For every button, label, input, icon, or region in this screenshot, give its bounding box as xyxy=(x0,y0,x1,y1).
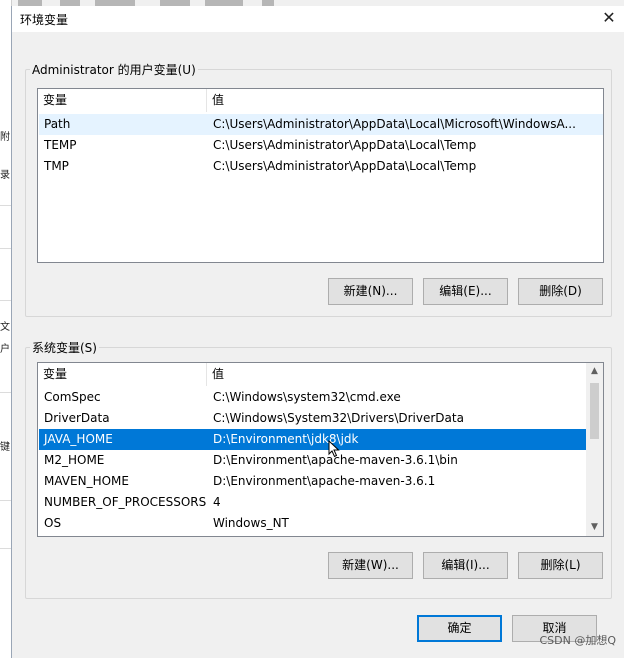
table-row[interactable]: M2_HOME D:\Environment\apache-maven-3.6.… xyxy=(39,450,587,471)
title-bar: 环境变量 ✕ xyxy=(12,6,624,32)
variable-value: D:\Environment\apache-maven-3.6.1 xyxy=(213,474,436,488)
background-text: 文 xyxy=(0,322,10,333)
table-row[interactable]: OS Windows_NT xyxy=(39,513,587,534)
variable-name: TMP xyxy=(44,159,69,173)
table-row[interactable]: NUMBER_OF_PROCESSORS 4 xyxy=(39,492,587,513)
user-variables-label: Administrator 的用户变量(U) xyxy=(30,61,198,78)
system-variables-label: 系统变量(S) xyxy=(30,339,99,356)
chevron-down-icon[interactable]: ▼ xyxy=(586,519,603,536)
variable-value: C:\Users\Administrator\AppData\Local\Tem… xyxy=(213,159,477,173)
watermark: CSDN @加想Q xyxy=(539,634,616,647)
user-new-button[interactable]: 新建(N)... xyxy=(328,278,413,305)
table-row[interactable]: MAVEN_HOME D:\Environment\apache-maven-3… xyxy=(39,471,587,492)
column-header-value[interactable]: 值 xyxy=(207,363,587,386)
table-row[interactable]: Path C:\Users\Administrator\AppData\Loca… xyxy=(39,114,603,135)
variable-name: NUMBER_OF_PROCESSORS xyxy=(44,495,207,509)
variable-name: MAVEN_HOME xyxy=(44,474,129,488)
system-edit-button[interactable]: 编辑(I)... xyxy=(423,552,508,579)
table-row[interactable]: DriverData C:\Windows\System32\Drivers\D… xyxy=(39,408,587,429)
environment-variables-dialog: 环境变量 ✕ Administrator 的用户变量(U) 变量 值 Path … xyxy=(11,6,624,658)
table-row[interactable]: TMP C:\Users\Administrator\AppData\Local… xyxy=(39,156,603,177)
window-title: 环境变量 xyxy=(20,13,69,27)
system-variables-list[interactable]: 变量 值 ComSpec C:\Windows\system32\cmd.exe… xyxy=(37,362,604,537)
background-text: 键 xyxy=(0,442,10,453)
background-text: 附 xyxy=(0,132,10,143)
scrollbar-thumb[interactable] xyxy=(590,383,599,439)
user-variables-list[interactable]: 变量 值 Path C:\Users\Administrator\AppData… xyxy=(37,88,604,263)
variable-name: Path xyxy=(44,117,71,131)
variable-value: C:\Windows\system32\cmd.exe xyxy=(213,390,401,404)
column-header-name[interactable]: 变量 xyxy=(38,89,207,112)
table-row-selected[interactable]: JAVA_HOME D:\Environment\jdk8\jdk xyxy=(39,429,587,450)
table-row[interactable]: ComSpec C:\Windows\system32\cmd.exe xyxy=(39,387,587,408)
variable-value: C:\Users\Administrator\AppData\Local\Tem… xyxy=(213,138,477,152)
system-new-button[interactable]: 新建(W)... xyxy=(328,552,413,579)
variable-value: C:\Windows\System32\Drivers\DriverData xyxy=(213,411,464,425)
variable-name: DriverData xyxy=(44,411,110,425)
list-header: 变量 值 xyxy=(38,89,603,112)
vertical-scrollbar[interactable]: ▲ ▼ xyxy=(586,363,603,536)
ok-button[interactable]: 确定 xyxy=(417,615,502,642)
system-delete-button[interactable]: 删除(L) xyxy=(518,552,603,579)
variable-name: ComSpec xyxy=(44,390,101,404)
mouse-pointer-icon xyxy=(328,440,340,458)
background-text: 录 xyxy=(0,170,10,181)
close-icon[interactable]: ✕ xyxy=(600,9,618,27)
column-header-name[interactable]: 变量 xyxy=(38,363,207,386)
column-header-value[interactable]: 值 xyxy=(207,89,603,112)
user-delete-button[interactable]: 删除(D) xyxy=(518,278,603,305)
variable-name: OS xyxy=(44,516,62,530)
table-row[interactable]: TEMP C:\Users\Administrator\AppData\Loca… xyxy=(39,135,603,156)
variable-value: C:\Users\Administrator\AppData\Local\Mic… xyxy=(213,117,576,131)
variable-value: Windows_NT xyxy=(213,516,289,530)
variable-name: TEMP xyxy=(44,138,77,152)
variable-value: 4 xyxy=(213,495,221,509)
background-text: 户 xyxy=(0,344,10,355)
user-edit-button[interactable]: 编辑(E)... xyxy=(423,278,508,305)
variable-name: M2_HOME xyxy=(44,453,105,467)
chevron-up-icon[interactable]: ▲ xyxy=(586,363,603,380)
variable-name: JAVA_HOME xyxy=(44,432,113,446)
list-header: 变量 值 xyxy=(38,363,603,386)
